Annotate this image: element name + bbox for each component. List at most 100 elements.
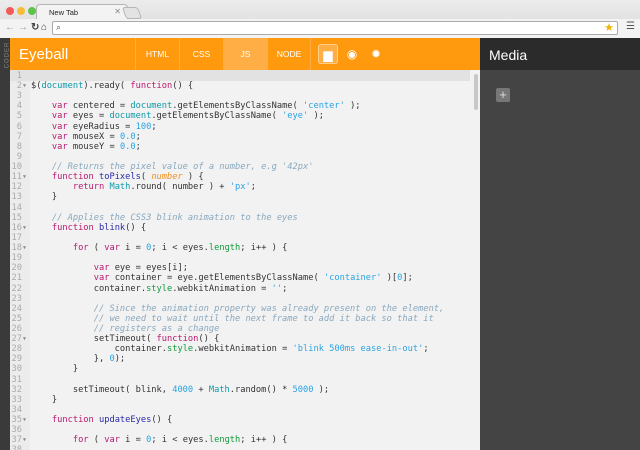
code-line[interactable]: 11 ▼ function toPixels( number ) { bbox=[10, 172, 470, 182]
back-icon[interactable]: ← bbox=[5, 22, 15, 33]
code-line[interactable]: 5 var eyes = document.getElementsByClass… bbox=[10, 111, 470, 121]
code-line[interactable]: 2 ▼ $(document).ready( function() { bbox=[10, 81, 470, 91]
fold-arrow-icon[interactable]: ▼ bbox=[23, 223, 26, 233]
tab-js[interactable]: JS bbox=[223, 38, 267, 74]
fold-arrow-icon[interactable]: ▼ bbox=[23, 172, 26, 182]
tab-html[interactable]: HTML bbox=[135, 38, 179, 70]
tab-css[interactable]: CSS bbox=[179, 38, 223, 70]
code-line[interactable]: 10 // Returns the pixel value of a numbe… bbox=[10, 162, 470, 172]
code-line[interactable]: 8 var mouseY = 0.0; bbox=[10, 142, 470, 152]
code-token: 0.0 bbox=[119, 141, 136, 152]
browser-tab[interactable]: New Tab ✕ bbox=[36, 4, 128, 19]
code-line[interactable]: 4 var centered = document.getElementsByC… bbox=[10, 101, 470, 111]
code-line[interactable]: 15 // Applies the CSS3 blink animation t… bbox=[10, 213, 470, 223]
code-line[interactable]: 16 ▼ function blink() { bbox=[10, 223, 470, 233]
line-number: 13 bbox=[11, 192, 22, 203]
code-line[interactable]: 1 bbox=[10, 71, 470, 81]
reload-icon[interactable]: ↻ bbox=[31, 22, 39, 33]
tab-node[interactable]: NODE bbox=[267, 38, 311, 70]
fold-arrow-icon[interactable]: ▼ bbox=[23, 435, 26, 445]
eye-icon[interactable]: ◉ bbox=[342, 44, 362, 64]
code-line[interactable]: 33 } bbox=[10, 395, 470, 405]
bookmark-star-icon[interactable]: ★ bbox=[604, 21, 614, 34]
new-tab-button[interactable] bbox=[121, 7, 143, 19]
code-line[interactable]: 20 var eye = eyes[i]; bbox=[10, 263, 470, 273]
minimize-window-button[interactable] bbox=[17, 7, 25, 15]
code-token: () { bbox=[151, 415, 173, 426]
code-token: // Returns the pixel value of a number, … bbox=[51, 162, 314, 173]
code-token: var bbox=[104, 243, 120, 254]
code-line[interactable]: 38 bbox=[10, 445, 470, 450]
code-text: }, 0); bbox=[31, 354, 125, 364]
code-token: number bbox=[151, 172, 183, 183]
code-token: style bbox=[167, 344, 194, 355]
line-number: 24 bbox=[11, 303, 22, 314]
line-number: 29 bbox=[11, 354, 22, 365]
code-line[interactable]: 29▲ }, 0); bbox=[10, 354, 470, 364]
fold-arrow-icon[interactable]: ▼ bbox=[23, 415, 26, 425]
code-text: function toPixels( number ) { bbox=[31, 172, 204, 182]
code-line[interactable]: 6 var eyeRadius = 100; bbox=[10, 122, 470, 132]
code-token: // registers as a change bbox=[93, 324, 220, 334]
line-number: 36 bbox=[11, 425, 22, 436]
code-token: style bbox=[146, 283, 173, 294]
code-line[interactable]: 30 } bbox=[10, 364, 470, 374]
maximize-window-button[interactable] bbox=[28, 7, 36, 15]
code-line[interactable]: 24 // Since the animation property was a… bbox=[10, 304, 470, 314]
code-line[interactable]: 22 container.style.webkitAnimation = ''; bbox=[10, 284, 470, 294]
coder-strip: CODER bbox=[0, 38, 10, 450]
code-line[interactable]: 14 bbox=[10, 203, 470, 213]
code-editor[interactable]: 1 2 ▼ $(document).ready( function() {3 4 var… bbox=[10, 70, 480, 450]
code-line[interactable]: 32 setTimeout( blink, 4000 + Math.random… bbox=[10, 385, 470, 395]
code-token: for bbox=[72, 243, 89, 254]
folder-icon[interactable]: ▆ bbox=[318, 44, 338, 64]
code-token: function bbox=[130, 81, 173, 92]
line-number: 9 bbox=[16, 151, 22, 162]
code-line[interactable]: 34 bbox=[10, 405, 470, 415]
home-icon[interactable]: ⌂ bbox=[41, 22, 47, 33]
fold-arrow-icon[interactable]: ▼ bbox=[23, 334, 26, 344]
code-line[interactable]: 9 bbox=[10, 152, 470, 162]
code-line[interactable]: 13 } bbox=[10, 192, 470, 202]
code-token: 100 bbox=[135, 121, 152, 132]
code-line[interactable]: 36 bbox=[10, 425, 470, 435]
code-token: container. bbox=[31, 283, 147, 294]
code-token: 5000 bbox=[292, 384, 314, 395]
code-line[interactable]: 12 return Math.round( number ) + 'px'; bbox=[10, 182, 470, 192]
code-line[interactable]: 27 ▼ setTimeout( function() { bbox=[10, 334, 470, 344]
fold-arrow-icon[interactable]: ▼ bbox=[23, 81, 26, 91]
code-line[interactable]: 17 bbox=[10, 233, 470, 243]
line-number: 4 bbox=[16, 101, 22, 112]
code-line[interactable]: 23 bbox=[10, 294, 470, 304]
code-token: for bbox=[72, 435, 89, 446]
gear-icon[interactable]: ✹ bbox=[366, 44, 386, 64]
code-token: ; bbox=[250, 182, 256, 193]
code-line[interactable]: 25 // we need to wait until the next fra… bbox=[10, 314, 470, 324]
code-line[interactable]: 37 ▼ for ( var i = 0; i < eyes.length; i+… bbox=[10, 435, 470, 445]
code-token: mouseX = bbox=[67, 131, 120, 142]
code-line[interactable]: 26 // registers as a change bbox=[10, 324, 470, 334]
code-line[interactable]: 7 var mouseX = 0.0; bbox=[10, 132, 470, 142]
code-line[interactable]: 31 bbox=[10, 375, 470, 385]
address-bar[interactable]: ⌕ ★ bbox=[52, 21, 618, 35]
fold-arrow-icon[interactable]: ▼ bbox=[23, 243, 26, 253]
close-window-button[interactable] bbox=[6, 7, 14, 15]
code-line[interactable]: 19 bbox=[10, 253, 470, 263]
line-number: 5 bbox=[16, 111, 22, 122]
code-token: 0.0 bbox=[119, 131, 136, 142]
line-number: 30 bbox=[11, 364, 22, 375]
tab-close-icon[interactable]: ✕ bbox=[114, 7, 121, 16]
menu-icon[interactable]: ☰ bbox=[626, 21, 635, 32]
editor-scrollbar[interactable] bbox=[474, 74, 478, 110]
code-line[interactable]: 3 bbox=[10, 91, 470, 101]
line-number: 19 bbox=[11, 253, 22, 264]
code-line[interactable]: 18 ▼ for ( var i = 0; i < eyes.length; i+… bbox=[10, 243, 470, 253]
forward-icon[interactable]: → bbox=[18, 22, 28, 33]
add-media-button[interactable]: + bbox=[496, 88, 510, 102]
code-token: .getElementsByClassName( bbox=[151, 111, 283, 122]
code-line[interactable]: 35 ▼ function updateEyes() { bbox=[10, 415, 470, 425]
code-text: function blink() { bbox=[31, 223, 146, 233]
code-line[interactable]: 21 var container = eye.getElementsByClas… bbox=[10, 273, 470, 283]
code-line[interactable]: 28 container.style.webkitAnimation = 'bl… bbox=[10, 344, 470, 354]
